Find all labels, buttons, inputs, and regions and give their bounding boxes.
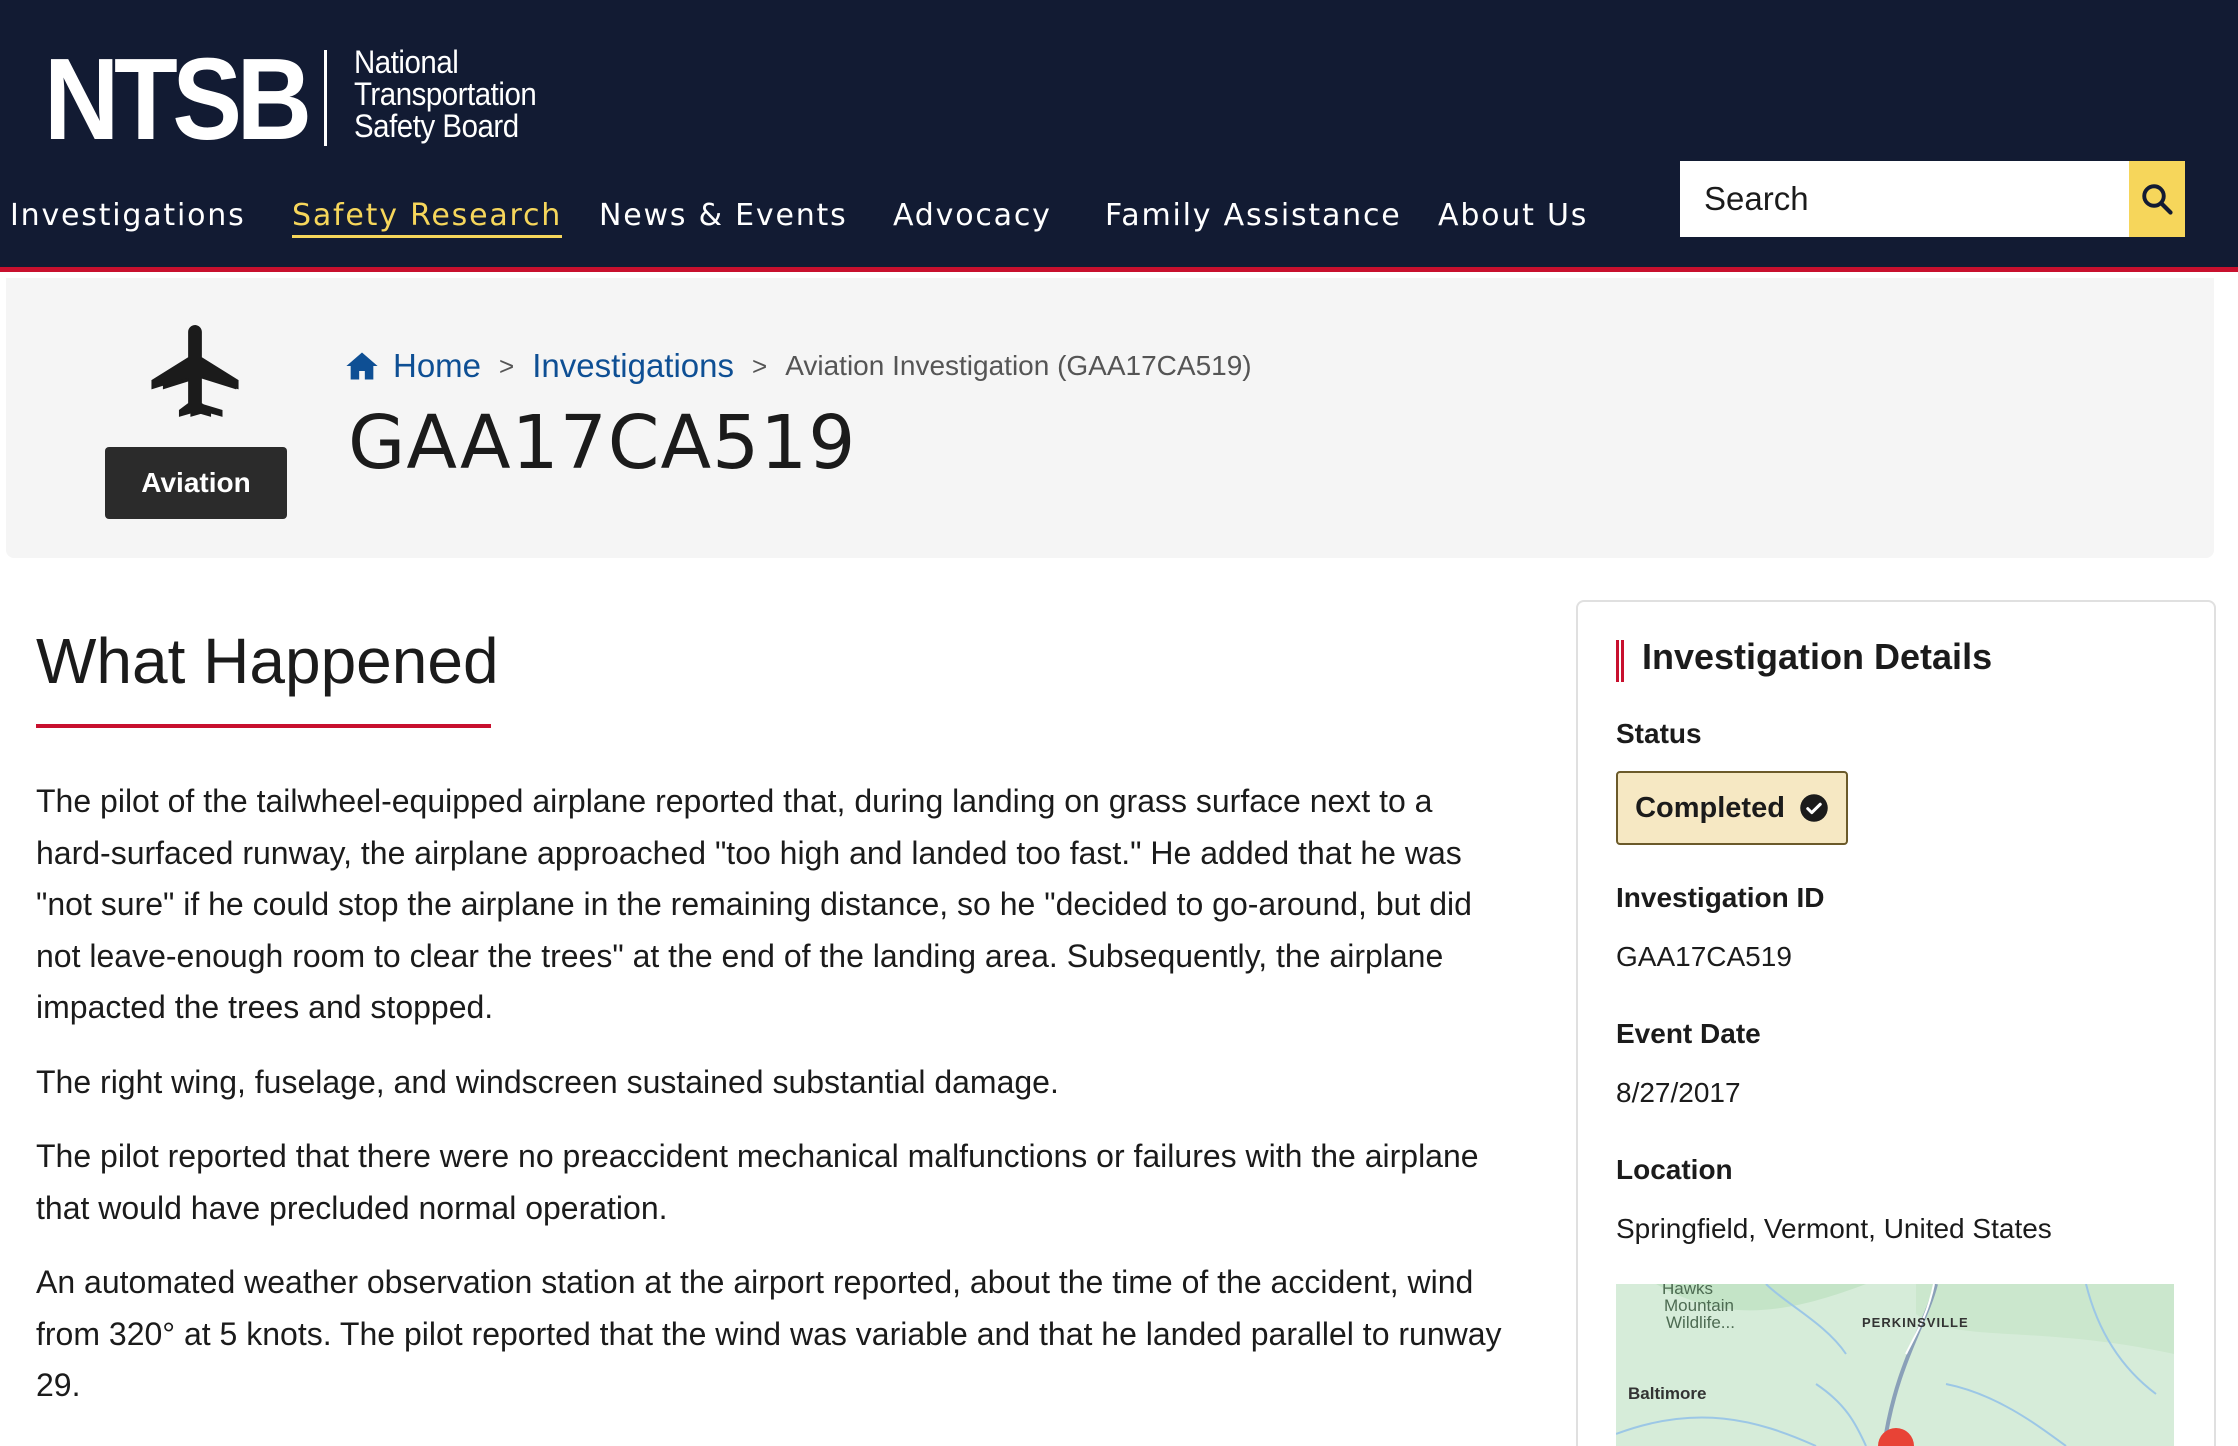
narrative-paragraph: The pilot reported that there were no pr… [36, 1138, 1479, 1226]
nav-family-assistance[interactable]: Family Assistance [1105, 190, 1402, 242]
ntsb-logo[interactable]: NTSB National Transportation Safety Boar… [44, 34, 537, 164]
logo-line-1: National [354, 44, 459, 80]
airplane-icon [151, 325, 239, 417]
heading-underline [36, 724, 491, 728]
nav-investigations[interactable]: Investigations [10, 190, 246, 242]
breadcrumb-home-label: Home [393, 347, 482, 384]
narrative-text: The pilot of the tailwheel-equipped airp… [36, 776, 1516, 1435]
nav-safety-research[interactable]: Safety Research [292, 190, 563, 242]
logo-agency-name: National Transportation Safety Board [354, 46, 556, 142]
breadcrumb: Home > Investigations > Aviation Investi… [345, 346, 1252, 386]
location-map[interactable]: Hawks Mountain Wildlife... PERKINSVILLE … [1616, 1284, 2174, 1446]
investigation-id-value: GAA17CA519 [1616, 941, 1792, 972]
site-header: NTSB National Transportation Safety Boar… [0, 0, 2238, 272]
search-input[interactable] [1680, 161, 2129, 237]
details-title: Investigation Details [1642, 636, 1993, 677]
nav-news-events[interactable]: News & Events [599, 190, 848, 242]
narrative-paragraph: The pilot of the tailwheel-equipped airp… [36, 783, 1472, 1025]
location-label: Location [1616, 1154, 1733, 1185]
map-label-baltimore: Baltimore [1628, 1384, 1707, 1403]
breadcrumb-investigations[interactable]: Investigations [532, 347, 734, 385]
logo-line-2: Transportation [354, 76, 537, 112]
map-label-perkinsville: PERKINSVILLE [1862, 1315, 1969, 1330]
status-label: Status [1616, 718, 1702, 749]
nav-advocacy[interactable]: Advocacy [893, 190, 1052, 242]
investigation-id-label: Investigation ID [1616, 882, 1825, 913]
logo-divider [324, 50, 327, 146]
what-happened-heading: What Happened [36, 625, 499, 697]
nav-about-us[interactable]: About Us [1438, 190, 1588, 242]
investigation-hero [6, 278, 2214, 558]
page-title: GAA17CA519 [348, 400, 857, 486]
search-icon [2142, 184, 2173, 215]
status-value: Completed [1635, 791, 1785, 824]
map-label-wildlife: Wildlife... [1666, 1313, 1735, 1332]
home-icon [346, 352, 378, 380]
location-value: Springfield, Vermont, United States [1616, 1213, 2052, 1244]
event-date-value: 8/27/2017 [1616, 1077, 1741, 1108]
map-label-mountain: Mountain [1664, 1296, 1734, 1315]
status-badge: Completed [1616, 771, 1848, 845]
narrative-paragraph: An automated weather observation station… [36, 1264, 1502, 1403]
logo-acronym: NTSB [44, 34, 312, 164]
logo-line-3: Safety Board [354, 108, 519, 144]
narrative-paragraph: The right wing, fuselage, and windscreen… [36, 1063, 1059, 1100]
search-box [1680, 161, 2185, 237]
breadcrumb-separator: > [499, 350, 515, 381]
check-circle-icon [1800, 794, 1828, 822]
breadcrumb-home[interactable]: Home [345, 347, 481, 385]
details-title-accent [1616, 640, 1624, 682]
mode-badge-aviation: Aviation [105, 447, 287, 519]
breadcrumb-separator: > [752, 350, 768, 381]
event-date-label: Event Date [1616, 1018, 1761, 1049]
search-button[interactable] [2129, 161, 2185, 237]
breadcrumb-current: Aviation Investigation (GAA17CA519) [785, 350, 1252, 381]
